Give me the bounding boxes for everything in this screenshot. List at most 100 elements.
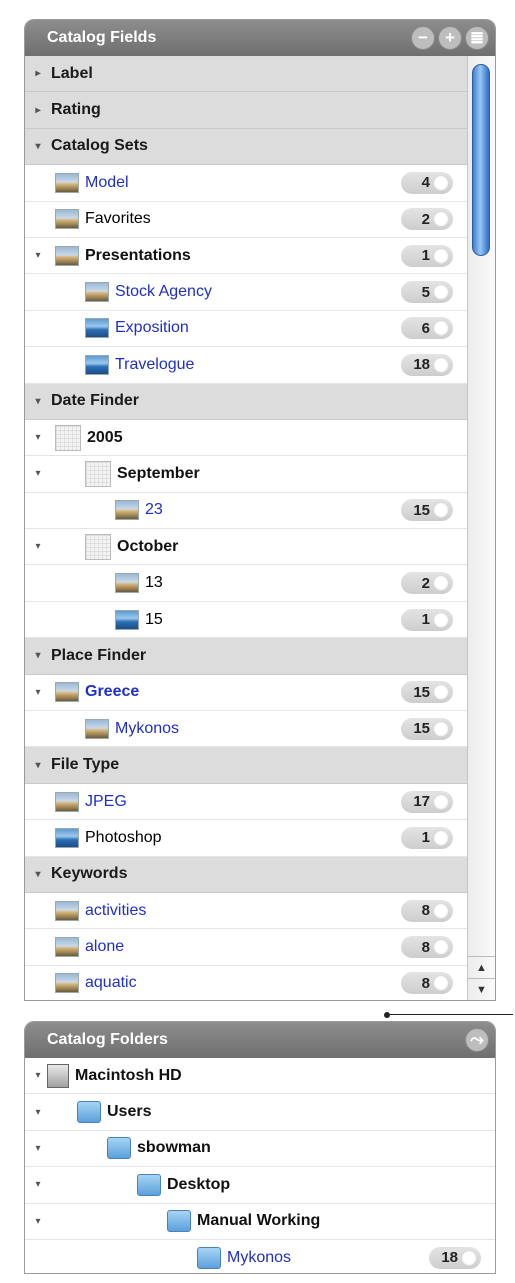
badge-toggle-icon[interactable] [433, 211, 449, 228]
disclosure-down-icon[interactable]: ▾ [31, 1179, 45, 1190]
list-item[interactable]: ▾ October [25, 529, 467, 566]
list-item[interactable]: ▾ Greece 15 [25, 675, 467, 712]
item-label: Rating [51, 101, 101, 119]
count-badge[interactable]: 15 [401, 499, 453, 522]
disclosure-down-icon[interactable]: ▾ [31, 541, 45, 552]
badge-toggle-icon[interactable] [433, 939, 449, 956]
count-badge[interactable]: 17 [401, 790, 453, 813]
list-item[interactable]: ▾ September [25, 456, 467, 493]
list-item[interactable]: Mykonos 15 [25, 711, 467, 748]
scroll-up-arrow-icon[interactable]: ▲ [468, 956, 495, 978]
count-value: 2 [421, 574, 430, 592]
badge-toggle-icon[interactable] [433, 902, 449, 919]
section-header[interactable]: ▾ Keywords [25, 856, 467, 893]
count-badge[interactable]: 15 [401, 717, 453, 740]
disclosure-down-icon[interactable]: ▾ [31, 1143, 45, 1154]
badge-toggle-icon[interactable] [433, 320, 449, 337]
badge-toggle-icon[interactable] [433, 575, 449, 592]
badge-toggle-icon[interactable] [433, 284, 449, 301]
disclosure-down-icon[interactable]: ▾ [31, 650, 45, 661]
options-menu-icon[interactable]: ≣ [465, 26, 489, 50]
list-item[interactable]: Photoshop 1 [25, 820, 467, 857]
list-item[interactable]: Travelogue 18 [25, 347, 467, 384]
count-badge[interactable]: 1 [401, 826, 453, 849]
list-item[interactable]: activities 8 [25, 893, 467, 930]
count-badge[interactable]: 4 [401, 171, 453, 194]
disclosure-down-icon[interactable]: ▾ [31, 1216, 45, 1227]
list-item[interactable]: ▾ Presentations 1 [25, 238, 467, 275]
disclosure-right-icon[interactable]: ▸ [31, 105, 45, 116]
section-header[interactable]: ▾ Date Finder [25, 383, 467, 420]
item-label: Mykonos [115, 719, 180, 737]
item-label: Greece [85, 683, 140, 701]
section-header[interactable]: ▸ Rating [25, 92, 467, 129]
disclosure-down-icon[interactable]: ▾ [31, 432, 45, 443]
badge-toggle-icon[interactable] [433, 684, 449, 701]
disclosure-down-icon[interactable]: ▾ [31, 1107, 45, 1118]
list-item[interactable]: 15 1 [25, 602, 467, 639]
count-value: 4 [421, 174, 430, 192]
list-item[interactable]: aquatic 8 [25, 966, 467, 1000]
list-item[interactable]: ▾ sbowman [25, 1131, 495, 1168]
section-header[interactable]: ▾ Place Finder [25, 638, 467, 675]
list-item[interactable]: Exposition 6 [25, 311, 467, 348]
add-button[interactable]: + [438, 26, 462, 50]
section-header[interactable]: ▸ Label [25, 56, 467, 93]
count-badge[interactable]: 18 [401, 353, 453, 376]
scrollbar-thumb[interactable] [472, 64, 490, 256]
fields-scrollbar[interactable]: ▲ ▼ [467, 56, 495, 1000]
count-value: 1 [421, 829, 430, 847]
list-item[interactable]: Mykonos 18 [25, 1240, 495, 1273]
list-item[interactable]: Model 4 [25, 165, 467, 202]
section-header[interactable]: ▾ Catalog Sets [25, 128, 467, 166]
callout-line [388, 1014, 513, 1015]
badge-toggle-icon[interactable] [461, 1249, 477, 1266]
scroll-down-arrow-icon[interactable]: ▼ [468, 978, 495, 1000]
count-badge[interactable]: 2 [401, 572, 453, 595]
count-badge[interactable]: 18 [429, 1246, 481, 1269]
badge-toggle-icon[interactable] [433, 793, 449, 810]
disclosure-down-icon[interactable]: ▾ [31, 141, 45, 152]
item-label: aquatic [85, 974, 137, 992]
list-item[interactable]: ▾ Users [25, 1094, 495, 1131]
disclosure-down-icon[interactable]: ▾ [31, 869, 45, 880]
list-item[interactable]: JPEG 17 [25, 784, 467, 821]
list-item[interactable]: ▾ Desktop [25, 1167, 495, 1204]
badge-toggle-icon[interactable] [433, 502, 449, 519]
disclosure-down-icon[interactable]: ▾ [31, 250, 45, 261]
count-badge[interactable]: 8 [401, 972, 453, 995]
section-header[interactable]: ▾ File Type [25, 747, 467, 784]
badge-toggle-icon[interactable] [433, 356, 449, 373]
disclosure-down-icon[interactable]: ▾ [31, 687, 45, 698]
remove-button[interactable]: − [411, 26, 435, 50]
list-item[interactable]: Favorites 2 [25, 202, 467, 238]
list-item[interactable]: ▾ 2005 [25, 420, 467, 457]
badge-toggle-icon[interactable] [433, 975, 449, 992]
list-item[interactable]: ▾ Manual Working [25, 1204, 495, 1240]
disclosure-right-icon[interactable]: ▸ [31, 68, 45, 79]
count-badge[interactable]: 5 [401, 281, 453, 304]
count-badge[interactable]: 15 [401, 681, 453, 704]
count-badge[interactable]: 8 [401, 936, 453, 959]
count-badge[interactable]: 2 [401, 208, 453, 231]
disclosure-down-icon[interactable]: ▾ [31, 396, 45, 407]
badge-toggle-icon[interactable] [433, 720, 449, 737]
count-badge[interactable]: 8 [401, 899, 453, 922]
count-badge[interactable]: 1 [401, 608, 453, 631]
list-item[interactable]: 13 2 [25, 565, 467, 602]
badge-toggle-icon[interactable] [433, 174, 449, 191]
list-item[interactable]: Stock Agency 5 [25, 274, 467, 311]
list-item[interactable]: 23 15 [25, 493, 467, 530]
disclosure-down-icon[interactable]: ▾ [31, 468, 45, 479]
badge-toggle-icon[interactable] [433, 247, 449, 264]
list-item[interactable]: alone 8 [25, 929, 467, 966]
sync-icon[interactable]: ⤳ [465, 1028, 489, 1052]
disclosure-down-icon[interactable]: ▾ [31, 760, 45, 771]
count-badge[interactable]: 6 [401, 317, 453, 340]
badge-toggle-icon[interactable] [433, 611, 449, 628]
disclosure-down-icon[interactable]: ▾ [31, 1070, 45, 1081]
count-badge[interactable]: 1 [401, 244, 453, 267]
resize-handle[interactable] [384, 1012, 390, 1018]
list-item[interactable]: ▾ Macintosh HD [25, 1058, 495, 1095]
badge-toggle-icon[interactable] [433, 829, 449, 846]
